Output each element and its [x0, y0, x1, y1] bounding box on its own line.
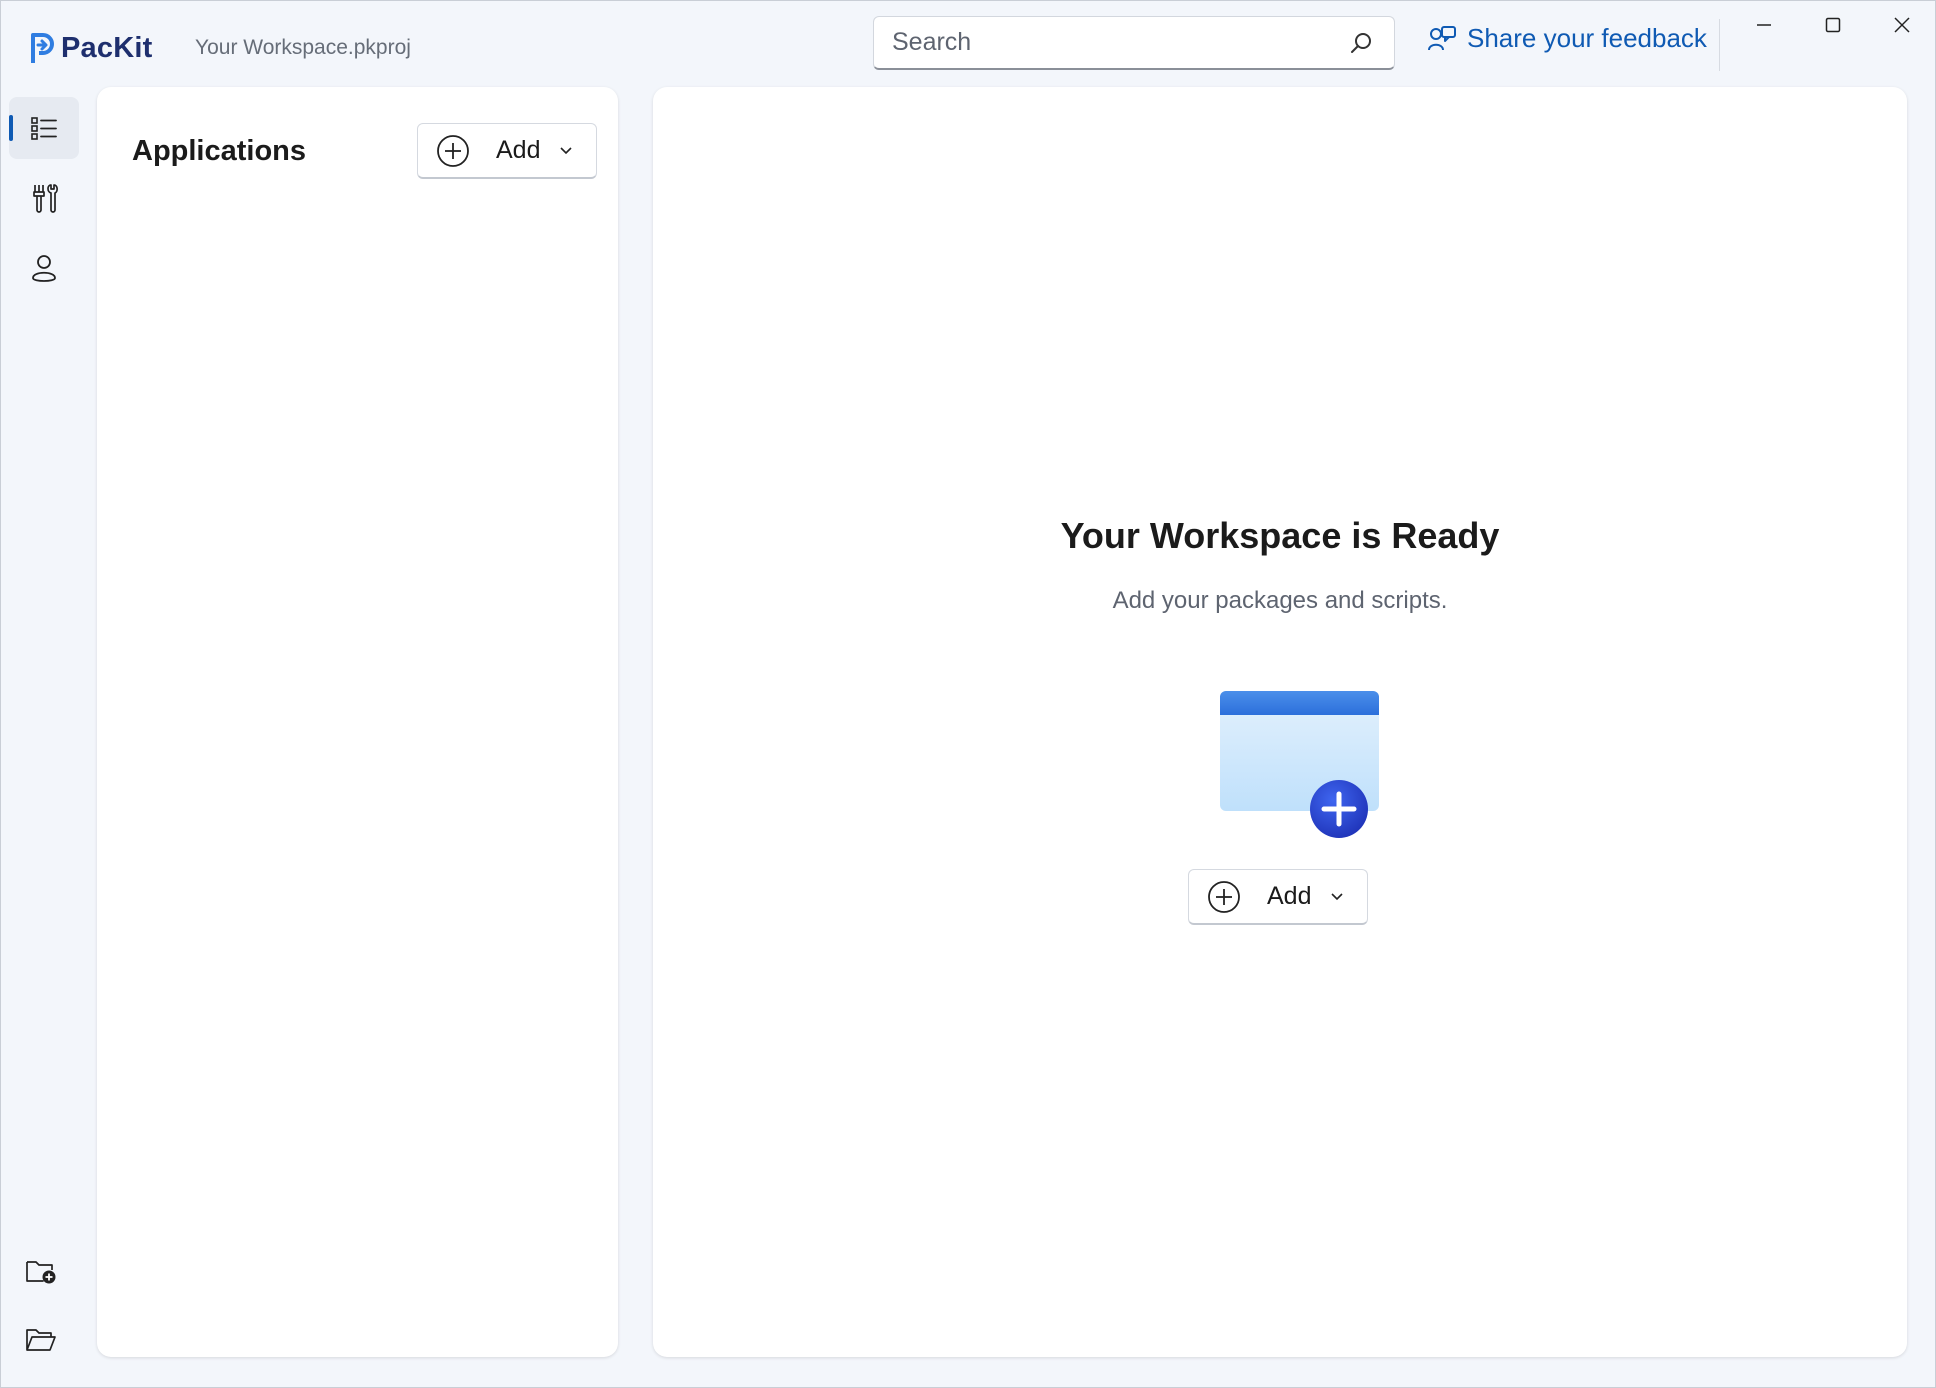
- new-workspace-button[interactable]: [15, 1245, 67, 1297]
- sidebar-item-account[interactable]: [9, 237, 79, 299]
- title-bar-divider: [1719, 19, 1720, 71]
- search-icon[interactable]: [1348, 31, 1374, 57]
- add-circle-icon: [1208, 880, 1240, 913]
- active-indicator: [9, 115, 13, 141]
- person-icon: [32, 255, 56, 282]
- sidebar-item-applications[interactable]: [9, 97, 79, 159]
- add-package-illustration: [1220, 691, 1379, 838]
- applications-add-button[interactable]: Add: [417, 123, 597, 179]
- applications-panel: Applications Add: [97, 87, 618, 1357]
- search-box[interactable]: [873, 16, 1395, 70]
- open-workspace-button[interactable]: [15, 1314, 67, 1366]
- workspace-panel: Your Workspace is Ready Add your package…: [653, 87, 1907, 1357]
- feedback-label: Share your feedback: [1467, 23, 1707, 53]
- app-window: PacKit Your Workspace.pkproj Share your …: [0, 0, 1936, 1388]
- share-feedback-button[interactable]: Share your feedback: [1427, 23, 1707, 54]
- list-icon: [31, 117, 57, 140]
- chevron-down-icon: [1331, 892, 1344, 900]
- packit-logo-icon: [31, 33, 54, 63]
- empty-state-subtitle: Add your packages and scripts.: [1112, 587, 1448, 614]
- tools-icon: [33, 184, 58, 213]
- applications-heading: Applications: [132, 135, 307, 167]
- minimize-button[interactable]: [1733, 7, 1795, 43]
- minimize-icon: [1757, 24, 1771, 26]
- open-folder-icon: [26, 1329, 56, 1351]
- sidebar-item-tools[interactable]: [9, 167, 79, 229]
- new-folder-icon: [26, 1261, 56, 1284]
- close-icon: [1894, 17, 1910, 33]
- search-input[interactable]: [874, 27, 1334, 58]
- chevron-down-icon: [560, 146, 573, 154]
- document-title: Your Workspace.pkproj: [195, 36, 411, 59]
- app-logo: PacKit: [29, 31, 152, 65]
- title-bar: PacKit Your Workspace.pkproj Share your …: [1, 1, 1935, 87]
- feedback-icon: [1428, 25, 1456, 50]
- add-label: Add: [496, 136, 541, 164]
- maximize-icon: [1825, 17, 1841, 33]
- workspace-add-button[interactable]: Add: [1188, 869, 1368, 925]
- maximize-button[interactable]: [1802, 7, 1864, 43]
- empty-state-title: Your Workspace is Ready: [1060, 515, 1500, 556]
- app-name: PacKit: [61, 31, 153, 64]
- add-label: Add: [1267, 882, 1312, 910]
- add-circle-icon: [437, 134, 469, 167]
- close-button[interactable]: [1871, 7, 1933, 43]
